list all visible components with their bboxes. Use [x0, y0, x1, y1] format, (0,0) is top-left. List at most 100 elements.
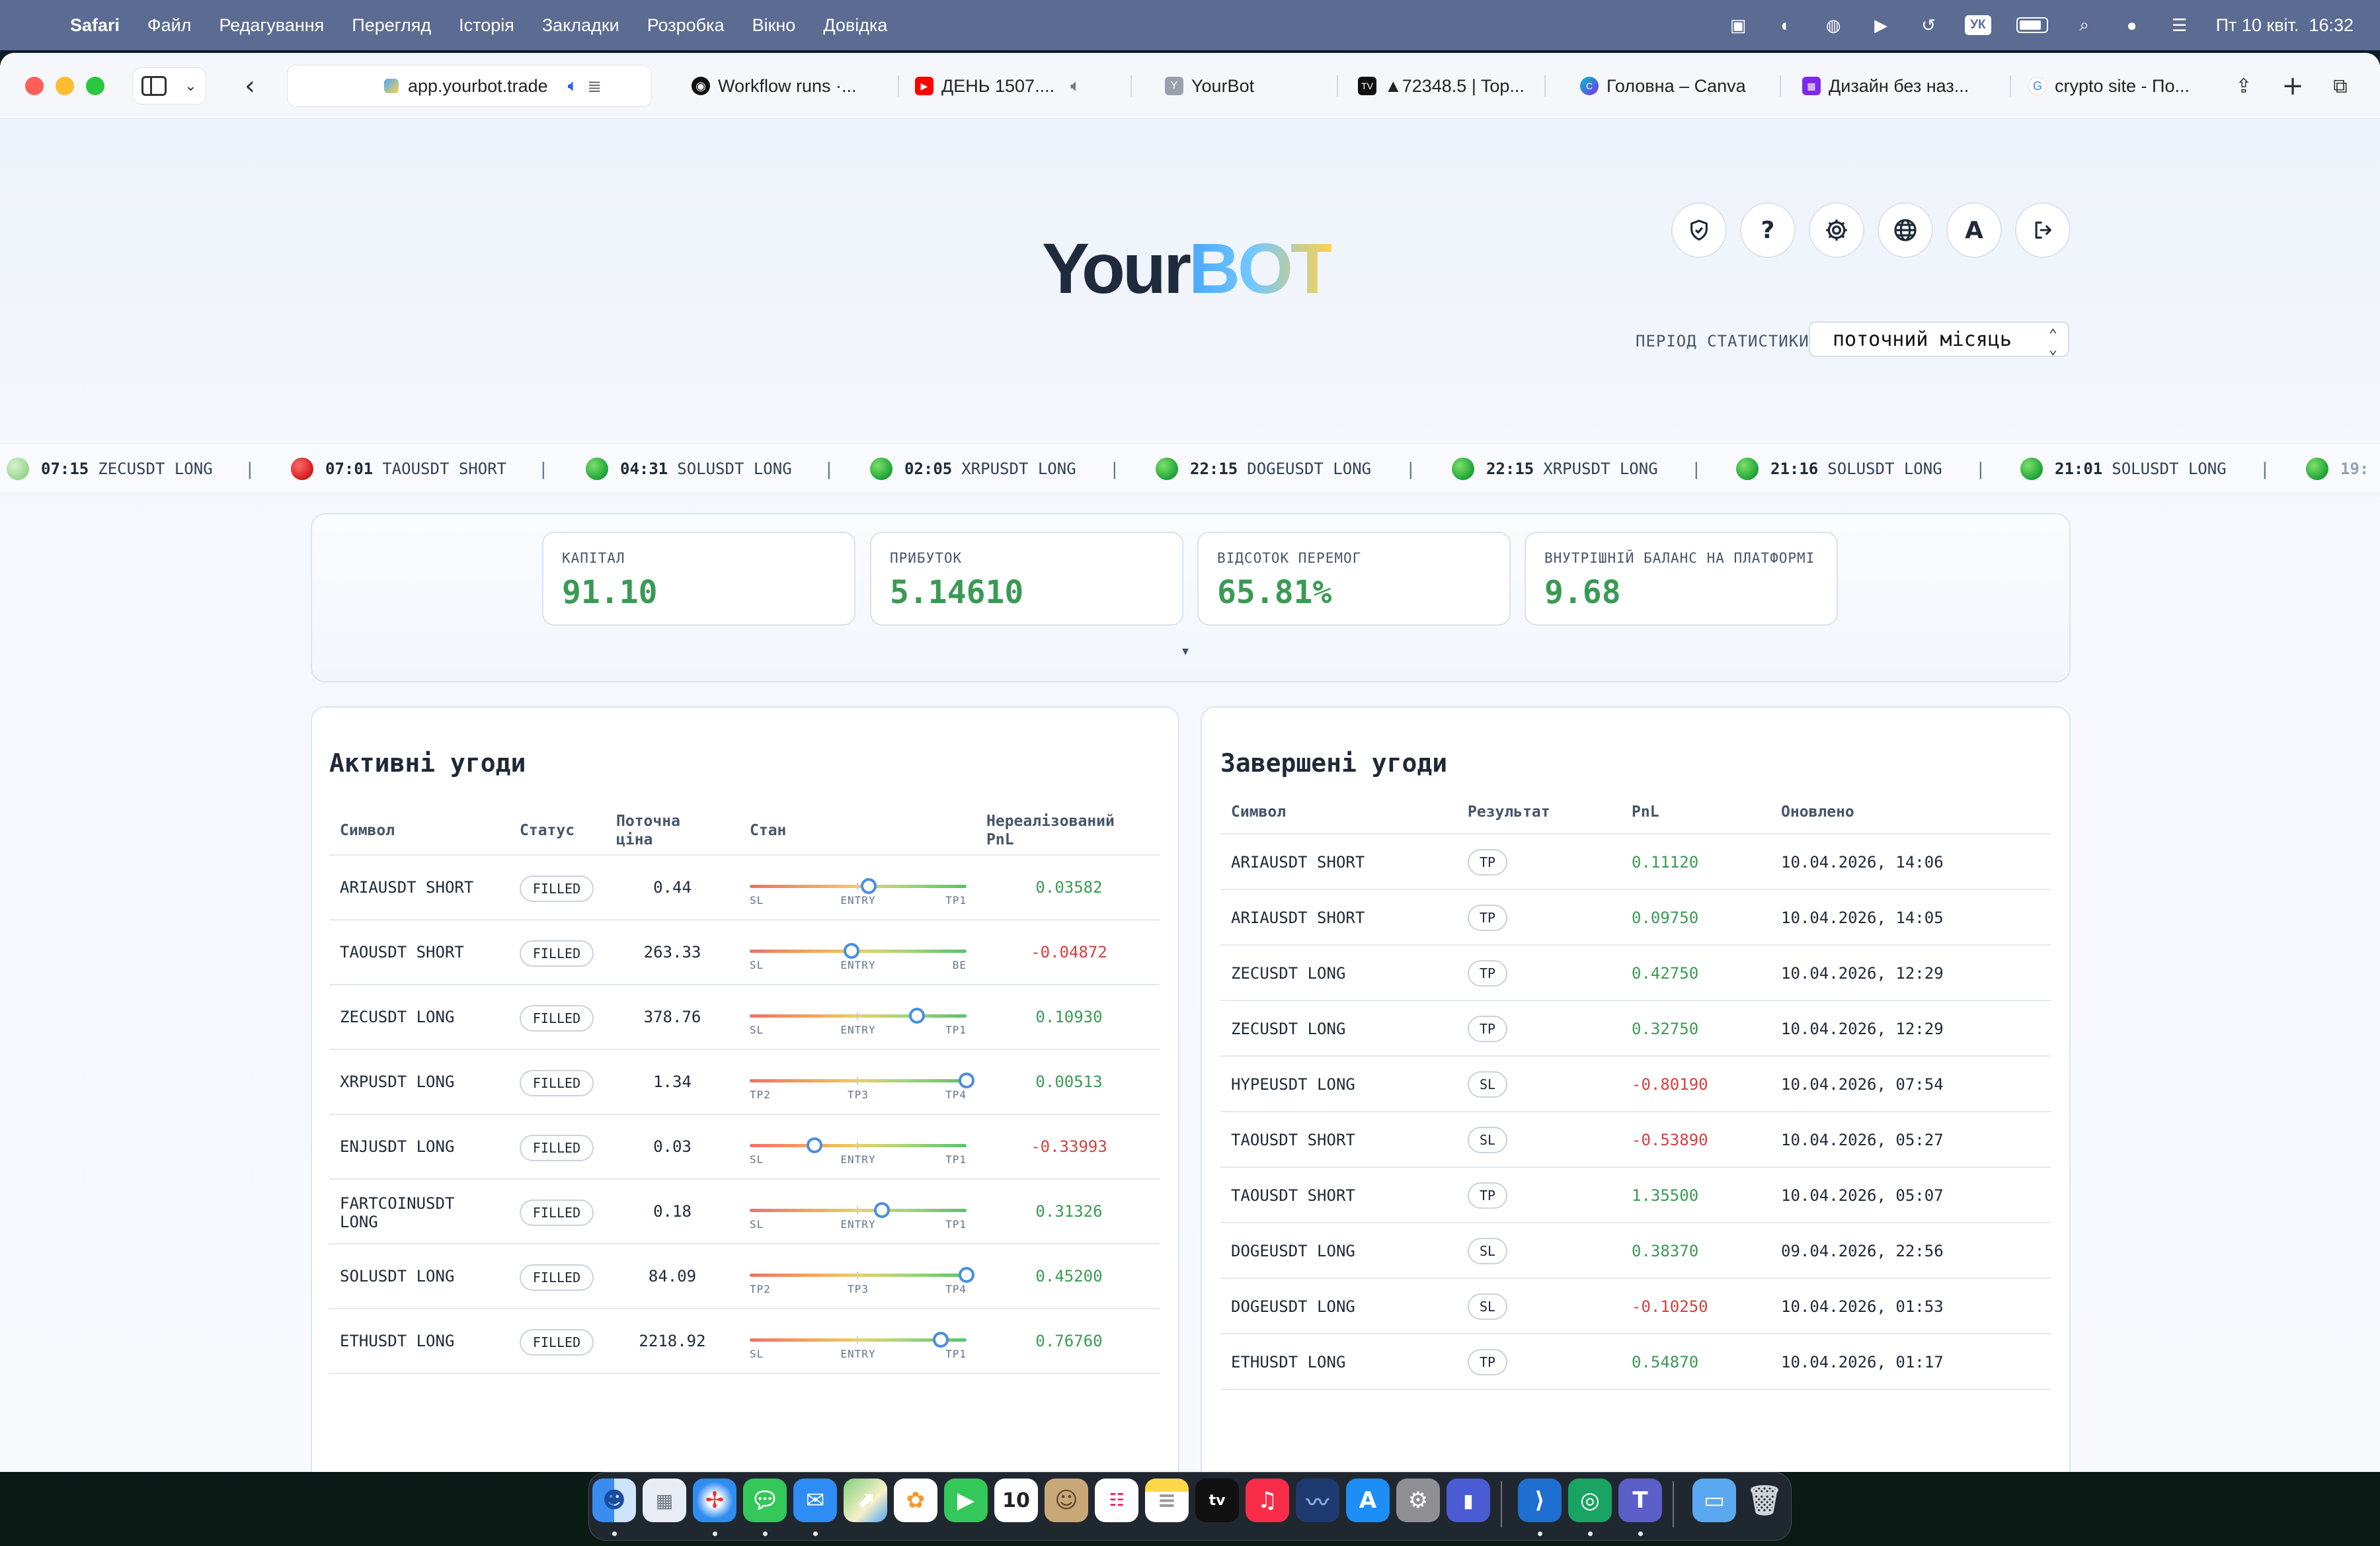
vscode-icon[interactable]: ⟩	[1518, 1479, 1562, 1522]
menu-history[interactable]: Історія	[459, 15, 514, 36]
music-icon[interactable]: ♫	[1246, 1479, 1289, 1522]
sidebar-toggle-button[interactable]: ⌄	[132, 67, 206, 104]
minimize-window-button[interactable]	[56, 77, 74, 95]
gear-icon	[1826, 220, 1847, 241]
col-header-status: Статус	[520, 822, 575, 839]
track-label-right: TP4	[945, 1283, 967, 1295]
tab-separator	[1130, 75, 1132, 97]
system-settings-icon[interactable]: ⚙	[1396, 1479, 1440, 1522]
teams-status-icon[interactable]: ▣	[1727, 14, 1749, 36]
new-tab-button[interactable]: +	[2274, 67, 2311, 104]
menu-window[interactable]: Вікно	[752, 15, 796, 36]
unrealized-pnl: 0.03582	[1035, 878, 1103, 897]
menubar-clock[interactable]: Пт 10 квіт. 16:32	[2216, 15, 2354, 36]
mail-icon[interactable]: ✉	[793, 1479, 837, 1522]
tab-overview-button[interactable]: ⧉	[2322, 67, 2359, 104]
reminders-icon[interactable]: ☷	[1095, 1479, 1138, 1522]
sync-status-icon[interactable]: ◐	[1774, 14, 1797, 36]
chatgpt-icon[interactable]: ◎	[1568, 1479, 1612, 1522]
input-source-indicator[interactable]: УК	[1965, 15, 1991, 35]
downloads-folder-icon[interactable]: ▭	[1692, 1479, 1736, 1522]
row-divider	[1220, 1000, 2051, 1001]
updated-at: 10.04.2026, 05:27	[1781, 1131, 1944, 1149]
teams-icon[interactable]: T	[1618, 1479, 1662, 1522]
stocks-app-icon[interactable]: ▮	[1447, 1479, 1490, 1522]
track-midpoint	[857, 883, 858, 890]
close-window-button[interactable]	[25, 77, 44, 95]
tab-canva-design[interactable]: ▦ Дизайн без наз...	[1802, 65, 1981, 107]
share-button[interactable]: ⇪	[2225, 67, 2262, 104]
tab-yourbot[interactable]: Y YourBot	[1165, 65, 1337, 107]
account-button[interactable]: A	[1946, 202, 2002, 258]
spotlight-search-icon[interactable]: ⌕	[2073, 14, 2096, 36]
progress-track	[750, 1332, 967, 1348]
facetime-icon[interactable]: ▶	[944, 1479, 988, 1522]
running-indicator	[813, 1531, 818, 1536]
zoom-window-button[interactable]	[86, 77, 104, 95]
tab-tradingview[interactable]: TV ▲72348.5 | Top...	[1358, 65, 1536, 107]
maps-icon[interactable]: ⬈	[844, 1479, 887, 1522]
dock-separator	[1673, 1481, 1674, 1527]
tab-title: ДЕНЬ 1507....	[941, 75, 1055, 96]
tab-canva-home[interactable]: C Головна – Canva	[1580, 65, 1752, 107]
realized-pnl: 0.09750	[1632, 909, 1699, 927]
trash-icon[interactable]: 🗑︎	[1743, 1479, 1786, 1522]
photos-icon[interactable]: ✿	[894, 1479, 937, 1522]
menu-develop[interactable]: Розробка	[647, 15, 725, 36]
help-button[interactable]: ?	[1740, 202, 1796, 258]
siri-icon[interactable]: ●	[2121, 14, 2143, 36]
trade-symbol: ETHUSDT LONG	[1231, 1353, 1346, 1371]
stat-capital: КАПІТАЛ 91.10	[542, 532, 855, 626]
yourbot-logo[interactable]: YourBOT	[1042, 233, 1334, 304]
menu-edit[interactable]: Редагування	[219, 15, 324, 36]
safari-window: ⌄ ‹ app.yourbot.trade 🔈︎ ≣ ◉ Workflow ru…	[0, 53, 2380, 1472]
tab-youtube-video[interactable]: ▶ ДЕНЬ 1507.... 🔈︎	[915, 65, 1113, 107]
tab-audio-icon[interactable]: 🔈︎	[1070, 75, 1081, 97]
calendar-icon[interactable]: 10	[994, 1479, 1038, 1522]
updated-at: 10.04.2026, 05:07	[1781, 1186, 1944, 1205]
settings-button[interactable]	[1809, 202, 1864, 258]
messages-icon[interactable]: 💬︎	[743, 1479, 787, 1522]
finder-icon[interactable]: ☻	[592, 1479, 636, 1522]
tab-github-workflows[interactable]: ◉ Workflow runs ·...	[692, 65, 883, 107]
language-button[interactable]	[1878, 202, 1933, 258]
track-label-left: TP2	[750, 1088, 771, 1101]
app-store-icon[interactable]: A	[1346, 1479, 1390, 1522]
col-header-pnl: PnL	[1632, 803, 1659, 821]
trade-symbol: TAOUSDT SHORT	[1231, 1131, 1355, 1149]
back-button[interactable]: ‹	[231, 67, 268, 104]
launchpad-icon[interactable]: ▦	[643, 1479, 686, 1522]
freeform-icon[interactable]: 〰	[1296, 1479, 1339, 1522]
row-divider	[1220, 1055, 2051, 1057]
apple-tv-icon[interactable]: tv	[1195, 1479, 1239, 1522]
menu-view[interactable]: Перегляд	[352, 15, 431, 36]
google-favicon: G	[2028, 77, 2047, 95]
stats-expand-toggle[interactable]: ▾	[1182, 643, 1189, 659]
progress-track	[750, 1202, 967, 1218]
menu-bookmarks[interactable]: Закладки	[542, 15, 619, 36]
contacts-icon[interactable]: ☺	[1045, 1479, 1088, 1522]
menu-help[interactable]: Довідка	[823, 15, 887, 36]
track-label-mid: TP3	[848, 1088, 869, 1101]
notes-icon[interactable]: ≡	[1145, 1479, 1189, 1522]
tab-yourbot-app[interactable]: app.yourbot.trade 🔈︎ ≣	[287, 65, 652, 107]
control-center-icon[interactable]: ☰	[2168, 14, 2191, 36]
time-machine-icon[interactable]: ↺	[1917, 14, 1940, 36]
safari-icon[interactable]: ✢	[693, 1479, 736, 1522]
menu-app-name[interactable]: Safari	[70, 15, 120, 36]
trade-symbol: DOGEUSDT LONG	[1231, 1242, 1355, 1260]
security-button[interactable]	[1671, 202, 1727, 258]
battery-icon[interactable]	[2016, 17, 2048, 33]
vpn-globe-icon[interactable]: ◍	[1822, 14, 1844, 36]
media-play-icon[interactable]: ▶	[1870, 14, 1892, 36]
tab-separator	[1544, 75, 1546, 97]
period-select[interactable]: поточний місяць ⌃ ⌄	[1809, 321, 2069, 357]
logout-button[interactable]	[2015, 202, 2071, 258]
chevron-down-icon: ⌄	[184, 77, 197, 95]
reader-icon[interactable]: ≣	[587, 76, 602, 97]
current-price: 0.03	[653, 1137, 692, 1156]
tab-google-search[interactable]: G crypto site - По...	[2028, 65, 2207, 107]
menu-file[interactable]: Файл	[147, 15, 191, 36]
unrealized-pnl: 0.00513	[1035, 1073, 1103, 1091]
tab-audio-icon[interactable]: 🔈︎	[568, 75, 578, 97]
